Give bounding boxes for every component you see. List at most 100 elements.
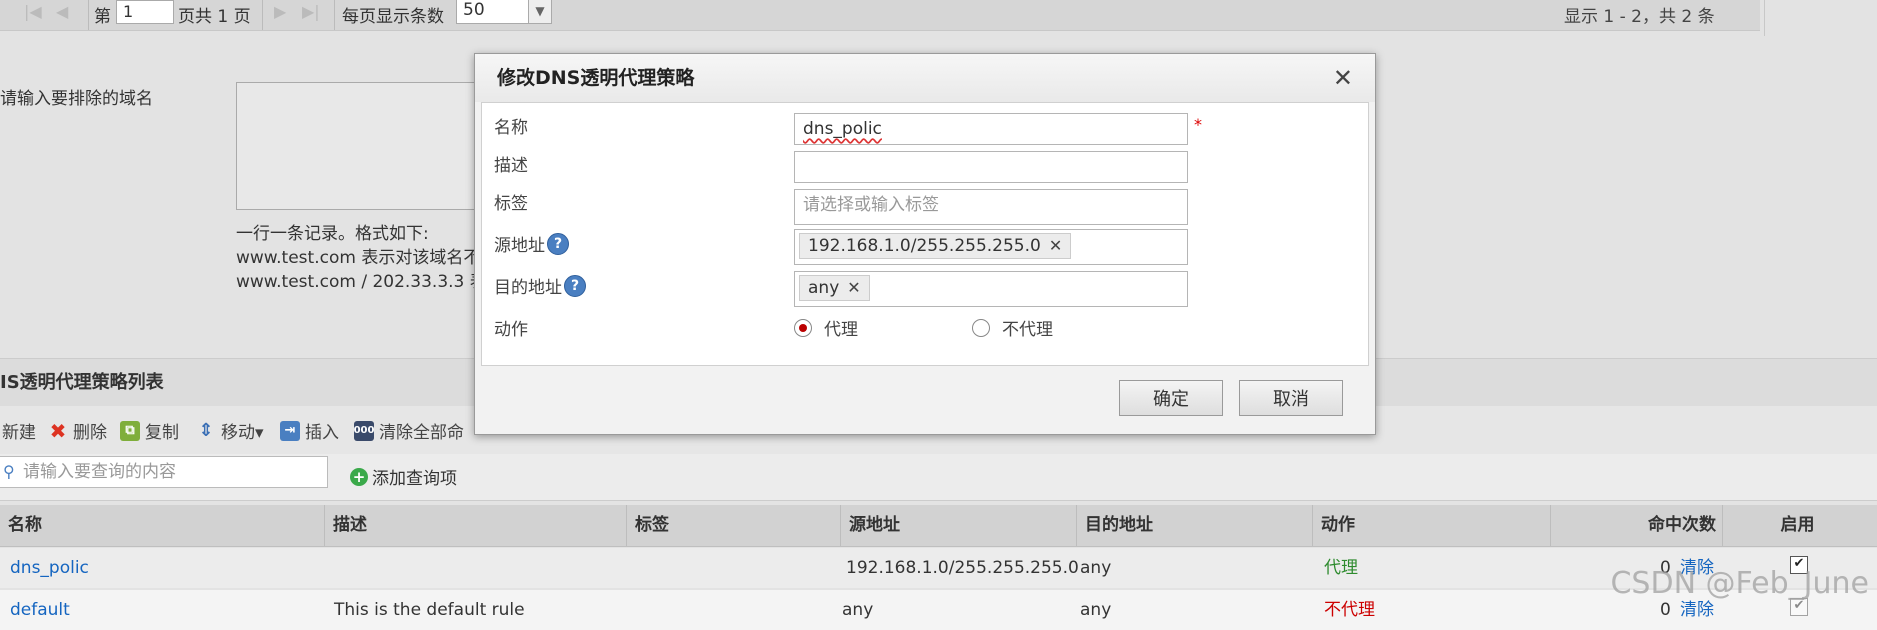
- exclude-domain-textarea[interactable]: [236, 82, 488, 210]
- radio-unchecked-icon: [972, 318, 990, 337]
- delete-button[interactable]: ✖ 删除: [48, 418, 107, 444]
- column-header[interactable]: 名称: [0, 505, 324, 546]
- ok-button[interactable]: 确定: [1119, 380, 1223, 416]
- per-page-select[interactable]: 50 ▼: [456, 0, 552, 24]
- next-page-icon[interactable]: ▶: [274, 2, 286, 21]
- delete-icon: ✖: [49, 418, 67, 443]
- address-tag-label: any: [808, 278, 840, 298]
- remove-tag-icon[interactable]: ✕: [1049, 231, 1062, 261]
- help-line: www.test.com / 202.33.3.3 表: [236, 272, 487, 292]
- insert-icon: ⇥: [280, 420, 300, 441]
- src-label: 源地址: [494, 236, 545, 256]
- counter-reset-icon: 000: [354, 420, 374, 441]
- panel-border: [1764, 0, 1765, 36]
- delete-label: 删除: [73, 423, 107, 443]
- policy-dst: any: [1080, 558, 1112, 578]
- dialog-header: 修改DNS透明代理策略 ✕: [475, 54, 1375, 102]
- policy-name-link[interactable]: dns_polic: [10, 548, 89, 588]
- insert-button[interactable]: ⇥ 插入: [280, 418, 339, 443]
- help-icon[interactable]: ?: [564, 274, 586, 297]
- action-proxy-label: 代理: [824, 320, 858, 340]
- column-header[interactable]: 启用: [1722, 505, 1872, 546]
- src-label-group: 源地址 ?: [494, 231, 569, 256]
- radio-checked-icon: [794, 318, 812, 337]
- pager-summary: 显示 1 - 2，共 2 条: [1564, 7, 1715, 27]
- action-proxy-radio[interactable]: 代理: [794, 315, 858, 340]
- search-input[interactable]: ⚲ 请输入要查询的内容: [0, 456, 328, 488]
- help-icon[interactable]: ?: [547, 232, 569, 255]
- required-mark: *: [1194, 115, 1202, 134]
- action-noproxy-radio[interactable]: 不代理: [972, 315, 1053, 340]
- pager-bar: |◀ ◀ 第 1 页共 1 页 ▶ ▶| 每页显示条数 50 ▼ 显示 1 - …: [0, 0, 1760, 31]
- watermark: CSDN @Feb_June: [1610, 566, 1869, 601]
- move-label: 移动▾: [221, 423, 264, 443]
- dst-label: 目的地址: [494, 278, 562, 298]
- address-tag: 192.168.1.0/255.255.255.0 ✕: [799, 231, 1072, 261]
- address-tag: any ✕: [799, 275, 870, 301]
- table-header: 名称 描述 标签 源地址 目的地址 动作 命中次数 启用: [0, 505, 1877, 547]
- clear-hits-label: 清除全部命: [379, 423, 464, 443]
- pager-divider: [262, 0, 263, 30]
- exclude-help-text: 一行一条记录。格式如下: www.test.com 表示对该域名不 www.te…: [236, 222, 487, 294]
- address-tag-label: 192.168.1.0/255.255.255.0: [808, 236, 1041, 256]
- dst-address-input[interactable]: any ✕: [794, 271, 1188, 307]
- policy-src: 192.168.1.0/255.255.255.0: [846, 558, 1079, 578]
- tag-label: 标签: [494, 194, 528, 214]
- per-page-label: 每页显示条数: [342, 7, 444, 27]
- name-label: 名称: [494, 118, 528, 138]
- pager-divider: [334, 0, 335, 30]
- edit-policy-dialog: 修改DNS透明代理策略 ✕ 名称 dns_polic * 描述 标签 请选择或输…: [474, 53, 1376, 435]
- page-number-input[interactable]: 1: [116, 0, 174, 24]
- search-icon: ⚲: [3, 462, 15, 481]
- per-page-value: 50: [463, 0, 485, 20]
- add-query-button[interactable]: + 添加查询项: [350, 464, 457, 489]
- clear-hits-button[interactable]: 000 清除全部命: [354, 418, 464, 443]
- column-header[interactable]: 描述: [324, 505, 626, 546]
- policy-action: 不代理: [1324, 600, 1375, 620]
- table-row[interactable]: default This is the default rule any any…: [0, 590, 1877, 630]
- policy-src: any: [842, 600, 874, 620]
- pager-divider: [88, 0, 89, 30]
- dialog-title: 修改DNS透明代理策略: [497, 67, 695, 89]
- desc-input[interactable]: [794, 151, 1188, 183]
- name-value: dns_polic: [803, 119, 882, 139]
- column-header[interactable]: 动作: [1312, 505, 1550, 546]
- exclude-domain-label: 请输入要排除的域名: [0, 89, 153, 109]
- policy-action: 代理: [1324, 558, 1358, 578]
- first-page-icon[interactable]: |◀: [24, 2, 42, 21]
- column-header[interactable]: 命中次数: [1550, 505, 1722, 546]
- remove-tag-icon[interactable]: ✕: [847, 273, 860, 303]
- new-button[interactable]: 新建: [2, 418, 36, 443]
- action-label: 动作: [494, 320, 528, 340]
- page-total: 页共 1 页: [178, 7, 251, 27]
- help-line: www.test.com 表示对该域名不: [236, 248, 481, 268]
- close-icon[interactable]: ✕: [1333, 54, 1353, 102]
- move-button[interactable]: ⇕ 移动▾: [196, 418, 264, 443]
- column-header[interactable]: 目的地址: [1076, 505, 1312, 546]
- name-input[interactable]: dns_polic: [794, 113, 1188, 145]
- new-label: 新建: [2, 423, 36, 443]
- action-noproxy-label: 不代理: [1002, 320, 1053, 340]
- add-icon: +: [350, 467, 368, 486]
- cancel-button[interactable]: 取消: [1239, 380, 1343, 416]
- copy-button[interactable]: ⧉ 复制: [120, 418, 179, 443]
- dst-label-group: 目的地址 ?: [494, 273, 586, 298]
- policy-name-link[interactable]: default: [10, 590, 70, 630]
- src-address-input[interactable]: 192.168.1.0/255.255.255.0 ✕: [794, 229, 1188, 265]
- chevron-down-icon: ▼: [528, 0, 551, 23]
- column-header[interactable]: 标签: [626, 505, 840, 546]
- last-page-icon[interactable]: ▶|: [302, 2, 320, 21]
- page-prefix: 第: [94, 7, 111, 27]
- desc-label: 描述: [494, 156, 528, 176]
- policy-desc: This is the default rule: [334, 600, 525, 620]
- prev-page-icon[interactable]: ◀: [56, 2, 68, 21]
- search-placeholder: 请输入要查询的内容: [23, 462, 176, 482]
- column-header[interactable]: 源地址: [840, 505, 1076, 546]
- add-query-label: 添加查询项: [372, 469, 457, 489]
- insert-label: 插入: [305, 423, 339, 443]
- tag-input[interactable]: 请选择或输入标签: [794, 189, 1188, 225]
- help-line: 一行一条记录。格式如下:: [236, 224, 429, 244]
- table-row[interactable]: dns_polic 192.168.1.0/255.255.255.0 any …: [0, 548, 1877, 588]
- dialog-form: 名称 dns_polic * 描述 标签 请选择或输入标签 源地址 ? 192.…: [481, 102, 1369, 366]
- move-icon: ⇕: [198, 420, 214, 441]
